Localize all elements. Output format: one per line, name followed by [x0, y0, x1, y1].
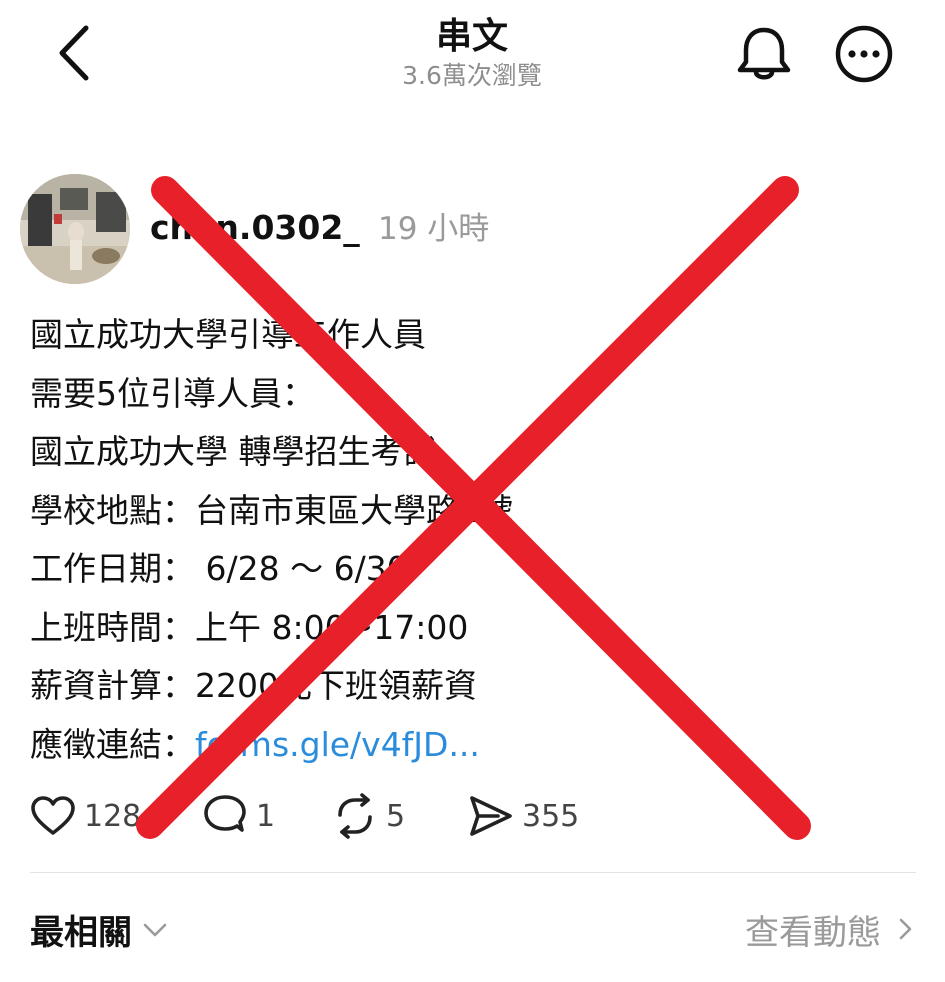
page-title: 串文: [435, 16, 508, 57]
post-line: 國立成功大學 轉學招生考試: [30, 432, 437, 471]
post-line: 國立成功大學引導工作人員: [30, 315, 426, 354]
post-line: 需要5位引導人員：: [30, 373, 315, 413]
chevron-down-icon: [143, 923, 167, 937]
heart-icon: [31, 796, 75, 835]
sort-label: 最相關: [30, 912, 132, 953]
post-time: 19 小時: [378, 211, 490, 247]
more-circle-icon: [835, 25, 893, 83]
apply-link-label: 應徵連結：: [30, 724, 195, 764]
notifications-button[interactable]: [732, 22, 796, 86]
share-count: 355: [522, 798, 580, 834]
avatar[interactable]: [20, 174, 130, 284]
post-line: 學校地點：台南市東區大學路1號: [30, 490, 513, 530]
repost-button[interactable]: 5: [332, 788, 405, 844]
bell-icon: [737, 27, 791, 80]
post-line: 上班時間：上午 8:00~17:00: [30, 607, 469, 647]
divider: [30, 872, 916, 873]
reply-button[interactable]: 1: [202, 788, 275, 844]
view-activity-link[interactable]: 查看動態: [745, 904, 917, 954]
sort-dropdown[interactable]: 最相關: [30, 904, 170, 954]
avatar-photo: [20, 174, 130, 284]
post-line: 薪資計算：2200元下班領薪資: [30, 666, 477, 705]
view-activity-label: 查看動態: [745, 912, 881, 953]
reply-count: 1: [256, 798, 276, 834]
chevron-left-icon: [59, 25, 89, 81]
header: 串文 3.6萬次瀏覽: [322, 14, 622, 92]
username-link[interactable]: chen.0302_: [150, 206, 360, 250]
chevron-right-icon: [899, 918, 912, 940]
post-body: 國立成功大學引導工作人員 需要5位引導人員： 國立成功大學 轉學招生考試 學校地…: [30, 306, 910, 774]
repost-count: 5: [386, 798, 406, 834]
send-icon: [470, 796, 512, 836]
like-count: 128: [84, 798, 142, 834]
back-button[interactable]: [52, 22, 96, 84]
post-line: 工作日期： 6/28 ～ 6/30: [30, 549, 408, 588]
share-button[interactable]: 355: [468, 788, 579, 844]
apply-link[interactable]: forms.gle/v4fJD...: [195, 725, 480, 764]
more-options-button[interactable]: [832, 24, 896, 88]
repost-icon: [338, 793, 372, 839]
apply-link-line: 應徵連結：forms.gle/v4fJD...: [30, 716, 910, 775]
view-count: 3.6萬次瀏覽: [402, 61, 542, 90]
like-button[interactable]: 128: [30, 788, 141, 844]
comment-icon: [204, 795, 246, 832]
